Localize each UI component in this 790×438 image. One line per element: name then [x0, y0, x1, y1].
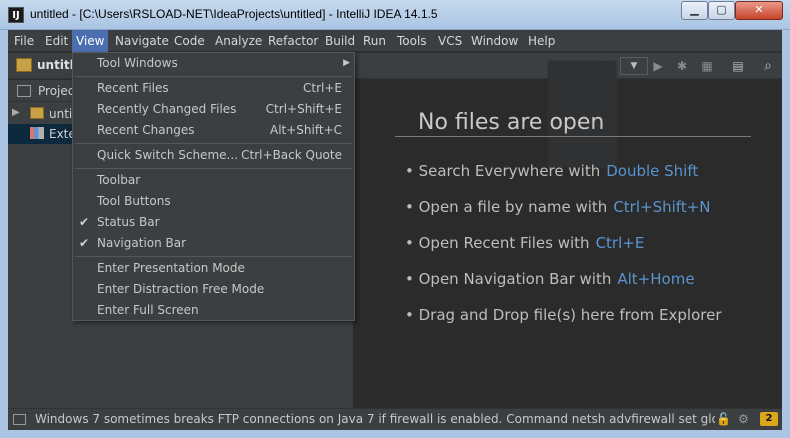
menu-help[interactable]: Help [524, 30, 559, 52]
hint-text: • Search Everywhere with [405, 162, 601, 180]
menu-item-tool-windows[interactable]: Tool Windows ▶ [73, 53, 354, 74]
editor-area: ▐▌ No files are open • Search Everywhere… [353, 70, 782, 408]
menu-item-label: Enter Full Screen [97, 303, 199, 317]
menu-item-label: Enter Distraction Free Mode [97, 282, 265, 296]
lock-icon[interactable]: 🔓 [716, 412, 731, 426]
menu-file[interactable]: File [10, 30, 38, 52]
app-icon: IJ [8, 7, 24, 23]
menu-separator [75, 76, 352, 77]
debug-icon[interactable]: ✱ [673, 57, 691, 75]
window-frame-right [782, 30, 790, 438]
run-icon[interactable]: ▶ [649, 57, 667, 75]
title-bar: IJ untitled - [C:\Users\RSLOAD-NET\IdeaP… [0, 0, 790, 30]
menu-item-label: Navigation Bar [97, 236, 187, 250]
menu-item-navigation-bar[interactable]: ✔ Navigation Bar [73, 233, 354, 254]
menu-separator [75, 256, 352, 257]
menu-vcs[interactable]: VCS [434, 30, 466, 52]
menu-refactor[interactable]: Refactor [264, 30, 322, 52]
menu-item-shortcut: Ctrl+Shift+E [265, 102, 342, 116]
folder-icon [30, 107, 44, 119]
checkmark-icon: ✔ [79, 215, 90, 229]
window-frame-left [0, 30, 8, 438]
project-icon [17, 85, 31, 97]
minimize-button[interactable]: ▁ [681, 1, 708, 20]
menu-window[interactable]: Window [467, 30, 522, 52]
notification-badge[interactable]: 2 [760, 412, 778, 426]
hint-open-file: • Open a file by name with Ctrl+Shift+N [405, 198, 710, 216]
menu-item-label: Quick Switch Scheme... [97, 148, 238, 162]
view-menu-dropdown: Tool Windows ▶ Recent Files Ctrl+E Recen… [72, 52, 355, 321]
library-icon [30, 127, 44, 139]
menu-item-presentation-mode[interactable]: Enter Presentation Mode [73, 258, 354, 279]
menu-item-label: Tool Windows [97, 56, 178, 70]
tree-label: unti [49, 107, 73, 121]
close-button[interactable]: ✕ [735, 1, 783, 20]
hint-text: • Open a file by name with [405, 198, 608, 216]
structure-icon[interactable]: ▤ [729, 57, 747, 75]
menu-item-label: Enter Presentation Mode [97, 261, 245, 275]
menu-item-recent-files[interactable]: Recent Files Ctrl+E [73, 78, 354, 99]
menu-item-full-screen[interactable]: Enter Full Screen [73, 300, 354, 321]
menu-separator [75, 168, 352, 169]
menu-item-recent-changes[interactable]: Recent Changes Alt+Shift+C [73, 120, 354, 141]
menu-item-label: Recent Changes [97, 123, 195, 137]
hint-shortcut: Ctrl+E [595, 234, 645, 252]
menu-separator [75, 143, 352, 144]
hint-shortcut: Alt+Home [617, 270, 695, 288]
coverage-icon[interactable]: ▦ [698, 57, 716, 75]
checkmark-icon: ✔ [79, 236, 90, 250]
submenu-arrow-icon: ▶ [343, 58, 350, 68]
menu-item-tool-buttons[interactable]: Tool Buttons [73, 191, 354, 212]
hint-recent-files: • Open Recent Files with Ctrl+E [405, 234, 644, 252]
event-log-icon[interactable]: ⚙ [738, 412, 749, 426]
expand-arrow-icon[interactable]: ▶ [12, 107, 20, 118]
menu-analyze[interactable]: Analyze [211, 30, 266, 52]
menu-item-label: Status Bar [97, 215, 160, 229]
menu-item-shortcut: Ctrl+Back Quote [241, 148, 342, 162]
menu-item-label: Toolbar [97, 173, 141, 187]
hint-text: • Drag and Drop file(s) here from Explor… [405, 306, 722, 324]
tool-window-toggle-icon[interactable] [13, 414, 26, 425]
hint-shortcut: Double Shift [606, 162, 699, 180]
folder-icon [16, 58, 32, 72]
menu-item-recently-changed-files[interactable]: Recently Changed Files Ctrl+Shift+E [73, 99, 354, 120]
window-title: untitled - [C:\Users\RSLOAD-NET\IdeaProj… [30, 7, 438, 21]
menu-run[interactable]: Run [359, 30, 390, 52]
hint-text: • Open Navigation Bar with [405, 270, 612, 288]
menu-item-toolbar[interactable]: Toolbar [73, 170, 354, 191]
hint-navigation-bar: • Open Navigation Bar with Alt+Home [405, 270, 695, 288]
menu-view[interactable]: View [72, 30, 109, 52]
menu-item-shortcut: Alt+Shift+C [269, 123, 342, 137]
menu-item-shortcut: Ctrl+E [303, 81, 342, 95]
status-bar: Windows 7 sometimes breaks FTP connectio… [8, 408, 782, 430]
menu-item-label: Tool Buttons [97, 194, 171, 208]
menu-item-label: Recently Changed Files [97, 102, 237, 116]
title-divider [395, 136, 751, 137]
menu-item-quick-switch-scheme[interactable]: Quick Switch Scheme... Ctrl+Back Quote [73, 145, 354, 166]
window-frame-bottom [0, 430, 790, 438]
maximize-button[interactable]: ▢ [708, 1, 735, 20]
menu-item-status-bar[interactable]: ✔ Status Bar [73, 212, 354, 233]
menu-item-distraction-free-mode[interactable]: Enter Distraction Free Mode [73, 279, 354, 300]
hint-text: • Open Recent Files with [405, 234, 590, 252]
menu-navigate[interactable]: Navigate [111, 30, 173, 52]
hint-drag-drop: • Drag and Drop file(s) here from Explor… [405, 306, 722, 324]
menu-tools[interactable]: Tools [393, 30, 431, 52]
menu-item-label: Recent Files [97, 81, 169, 95]
menu-bar: File Edit View Navigate Code Analyze Ref… [8, 30, 782, 52]
menu-build[interactable]: Build [321, 30, 359, 52]
hint-shortcut: Ctrl+Shift+N [613, 198, 711, 216]
empty-editor-title: No files are open [418, 110, 605, 135]
menu-edit[interactable]: Edit [41, 30, 72, 52]
hint-search-everywhere: • Search Everywhere with Double Shift [405, 162, 698, 180]
search-icon[interactable]: ⌕ [759, 57, 777, 75]
status-message[interactable]: Windows 7 sometimes breaks FTP connectio… [35, 412, 715, 426]
menu-code[interactable]: Code [170, 30, 209, 52]
